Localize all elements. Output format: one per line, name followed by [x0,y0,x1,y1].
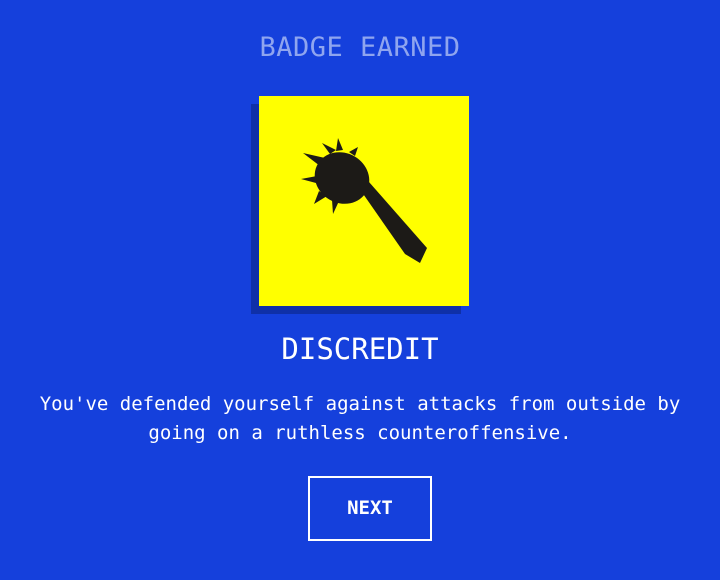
badge-earned-screen: BADGE EARNED DISCREDIT You've defended y… [0,0,720,580]
badge-description: You've defended yourself against attacks… [39,393,681,444]
next-button[interactable]: NEXT [308,476,432,541]
badge-card [259,96,469,306]
spiked-club-icon [301,138,427,263]
badge-earned-heading: BADGE EARNED [259,32,461,63]
badge-title: DISCREDIT [281,332,439,366]
